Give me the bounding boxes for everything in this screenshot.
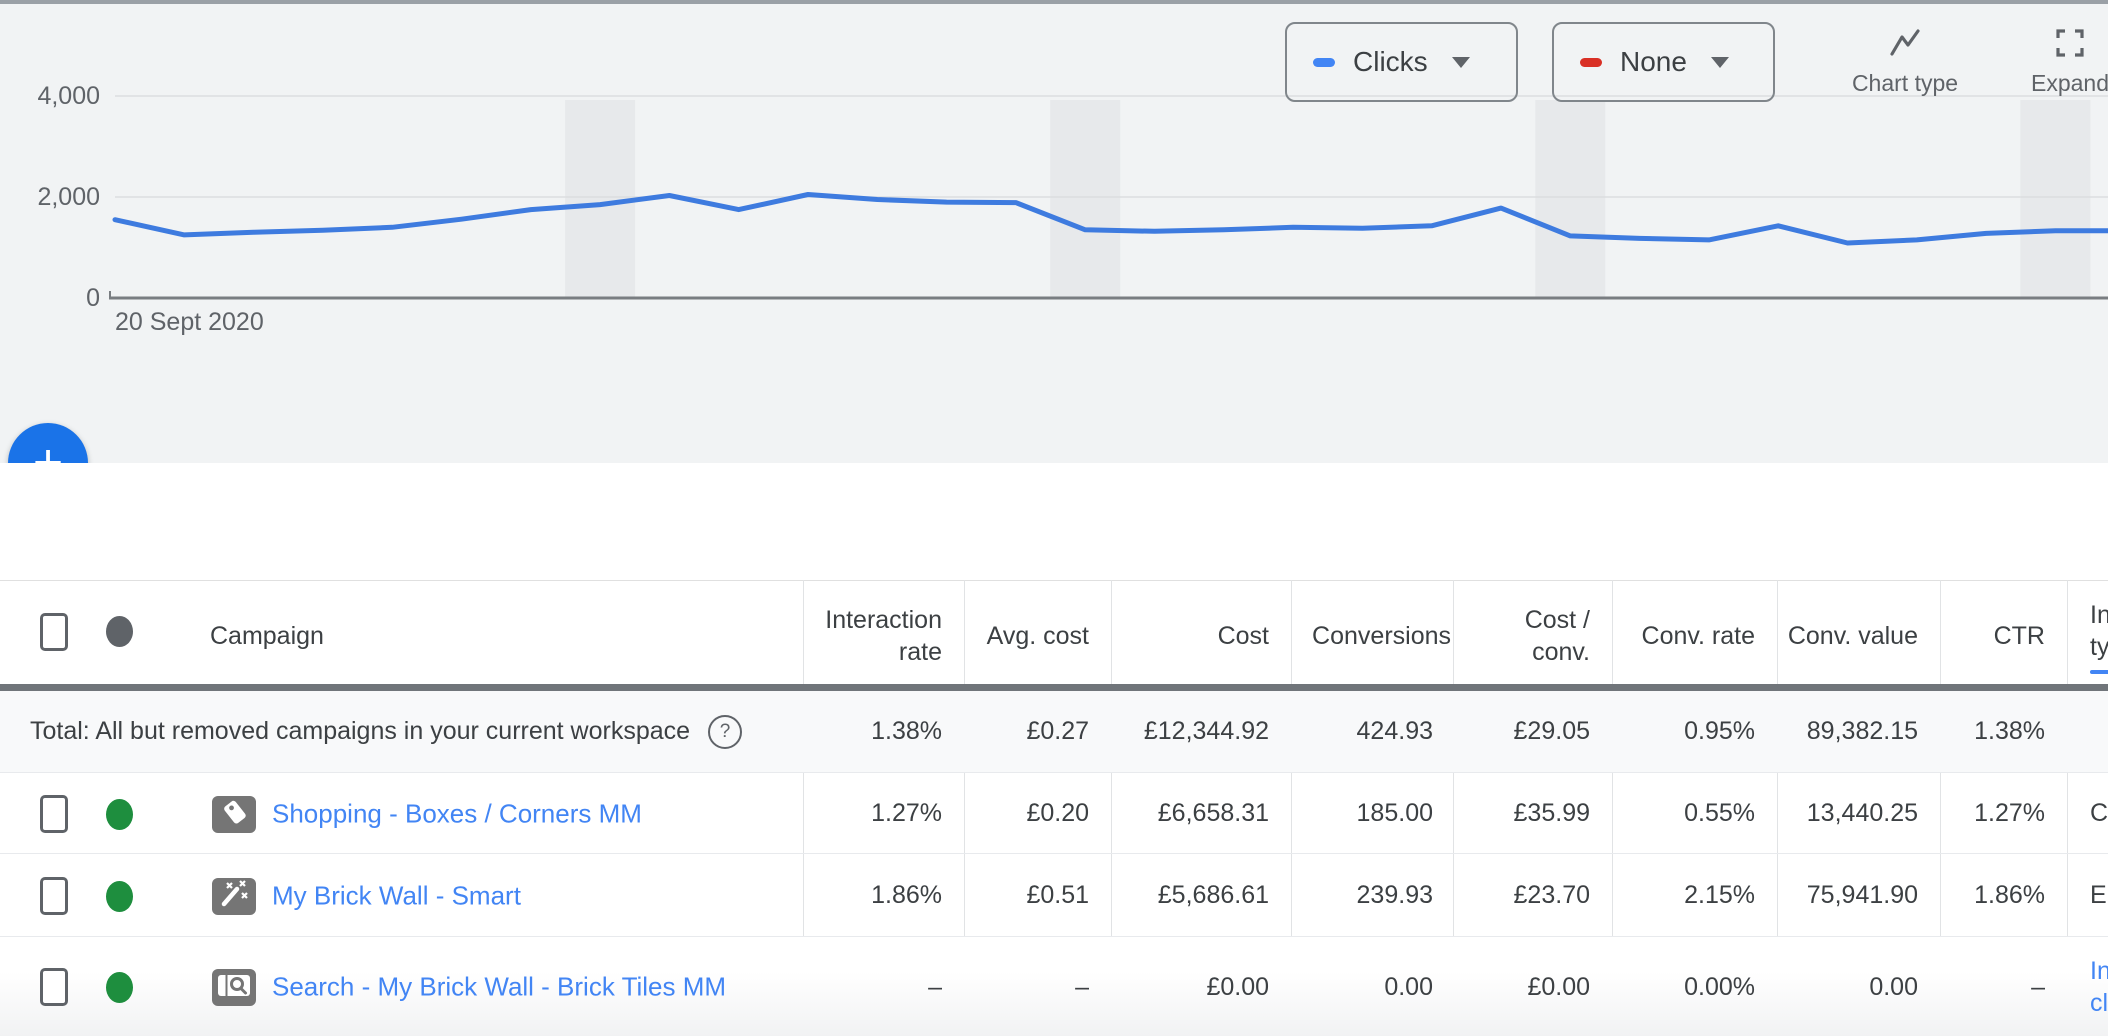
campaign-link[interactable]: Search - My Brick Wall - Brick Tiles MM [272,970,752,1003]
campaign-type-tile [212,969,256,1006]
total-cell: 89,382.15 [1807,691,1918,772]
metric-cell: £0.20 [1026,773,1089,854]
row-checkbox[interactable] [40,795,68,833]
column-header-avg-cost[interactable]: Avg. cost [959,588,1089,684]
column-header-interaction-rate[interactable]: Interaction rate [792,588,942,684]
campaign-link[interactable]: Shopping - Boxes / Corners MM [272,797,752,830]
metric-selector-1[interactable]: Clicks [1285,22,1518,102]
status-dot-enabled[interactable] [106,799,133,830]
metric-cell: £35.99 [1514,773,1590,854]
metric-cell: 2.15% [1684,854,1755,937]
campaign-link[interactable]: My Brick Wall - Smart [272,879,752,912]
table-row: My Brick Wall - Smart 1.86% £0.51 £5,686.6… [0,853,2108,937]
metric-1-label: Clicks [1353,46,1428,78]
weekend-band [1050,100,1120,298]
x-start-label: 20 Sept 2020 [115,308,264,336]
table-row: Search - My Brick Wall - Brick Tiles MM … [0,936,2108,1036]
column-header-interaction-types[interactable]: Interaction types [2090,588,2108,684]
metric-selector-2[interactable]: None [1552,22,1775,102]
google-ads-campaigns-page: 0 2,000 4,000 20 Sept 2020 Clicks None Char… [0,0,2108,1036]
metric-cell: £23.70 [1514,854,1590,937]
cell-link[interactable]: Interactions clicks [2090,955,2108,1020]
select-all-checkbox[interactable] [40,613,68,651]
column-header-conv-rate[interactable]: Conv. rate [1615,588,1755,684]
metric-cell: £6,658.31 [1158,773,1269,854]
row-checkbox[interactable] [40,877,68,915]
column-header-cost[interactable]: Cost [1139,588,1269,684]
total-cell: 424.93 [1357,691,1433,772]
help-icon[interactable]: ? [708,715,742,749]
metric-cell: 1.27% [1974,773,2045,854]
metric-cell: – [928,937,942,1036]
metric-2-label: None [1620,46,1687,78]
metric-1-color-dash [1313,58,1335,67]
performance-chart-panel: 0 2,000 4,000 20 Sept 2020 Clicks None Char… [0,4,2108,463]
sort-indicator [2090,670,2108,674]
table-row: Shopping - Boxes / Corners MM 1.27% £0.20… [0,772,2108,854]
interaction-types-cell: Clicks [2090,773,2108,854]
chart-type-icon [1888,26,1922,60]
chart-type-button[interactable]: Chart type [1830,26,1980,97]
status-filter-dot[interactable] [106,616,133,647]
metric-cell: 239.93 [1357,854,1433,937]
campaign-type-tile [212,796,256,833]
chart-type-label: Chart type [1830,70,1980,97]
metric-cell: – [1075,937,1089,1036]
column-header-conversions[interactable]: Conversions [1291,588,1451,684]
total-cell: £29.05 [1514,691,1590,772]
interaction-types-cell: Engagements [2090,854,2108,937]
total-row: Total: All but removed campaigns in your… [0,691,2108,772]
shopping-tag-icon [214,795,254,833]
metric-cell: – [2031,937,2045,1036]
expand-chart-label: Expand [2010,70,2108,97]
campaign-type-tile [212,878,256,915]
metric-cell: 13,440.25 [1807,773,1918,854]
total-cell: £12,344.92 [1144,691,1269,772]
weekend-band [2020,100,2090,298]
header-divider [0,684,2108,691]
expand-icon [2053,26,2087,60]
y-tick-label: 4,000 [37,82,100,110]
metric-cell: 1.86% [1974,854,2045,937]
metric-cell: £0.00 [1527,937,1590,1036]
metric-cell: 0.55% [1684,773,1755,854]
total-row-label: Total: All but removed campaigns in your… [30,691,742,772]
metric-cell: £0.51 [1026,854,1089,937]
row-checkbox[interactable] [40,968,68,1006]
column-header-cost-per-conv[interactable]: Cost / conv. [1470,588,1590,684]
magic-wand-icon [214,877,254,915]
column-header-conv-value[interactable]: Conv. value [1768,588,1918,684]
metric-cell: 1.86% [871,854,942,937]
filter-toolbar-row: Add filter Search Segment Columns [0,463,2108,581]
clicks-line-chart: 0 2,000 4,000 20 Sept 2020 [0,8,2108,467]
metric-cell: £5,686.61 [1158,854,1269,937]
status-dot-enabled[interactable] [106,972,133,1003]
expand-chart-button[interactable]: Expand [2010,26,2108,97]
status-dot-enabled[interactable] [106,881,133,912]
metric-cell: 75,941.90 [1807,854,1918,937]
metric-cell: £0.00 [1206,937,1269,1036]
metric-cell: 185.00 [1357,773,1433,854]
total-cell: 0.95% [1684,691,1755,772]
metric-cell: 0.00 [1384,937,1433,1036]
interaction-types-cell: Interactions clicks [2090,937,2108,1036]
column-header-ctr[interactable]: CTR [1945,588,2045,684]
total-cell: £0.27 [1026,691,1089,772]
weekend-band [1535,100,1605,298]
metric-cell: 0.00 [1869,937,1918,1036]
column-header-campaign[interactable]: Campaign [210,588,324,684]
metric-cell: 1.27% [871,773,942,854]
total-cell: 1.38% [1974,691,2045,772]
campaigns-table: Campaign Interaction rate Avg. cost Cost… [0,580,2108,1036]
metric-cell: 0.00% [1684,937,1755,1036]
metric-2-color-dash [1580,58,1602,67]
total-cell: 1.38% [871,691,942,772]
search-campaign-icon [214,969,254,1007]
y-tick-label: 2,000 [37,183,100,211]
y-tick-label: 0 [86,284,100,312]
chevron-down-icon [1711,57,1729,68]
chevron-down-icon [1452,57,1470,68]
